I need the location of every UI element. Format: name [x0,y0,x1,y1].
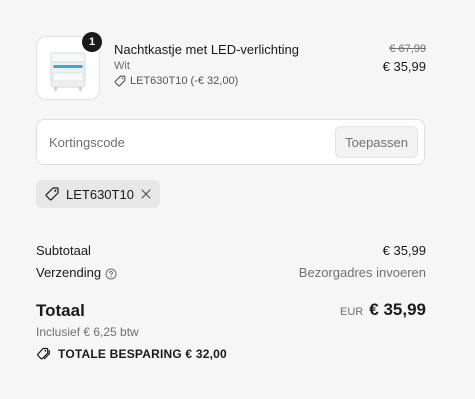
tag-icon [44,186,60,202]
tag-icon [114,75,126,87]
product-discount-text: LET630T10 (-€ 32,00) [130,75,239,87]
subtotal-label: Subtotaal [36,243,91,258]
discount-code-field: Toepassen [36,119,425,165]
shipping-value: Bezorgadres invoeren [298,265,426,280]
total-savings-text: TOTALE BESPARING € 32,00 [58,347,227,361]
total-amount: € 35,99 [369,300,426,319]
product-price: € 35,99 [382,59,426,74]
tags-icon [36,347,52,361]
subtotal-value: € 35,99 [382,243,426,258]
product-name: Nachtkastje met LED-verlichting [114,42,299,57]
product-discount-line: LET630T10 (-€ 32,00) [114,75,238,87]
total-savings: TOTALE BESPARING € 32,00 [36,347,227,361]
shipping-label: Verzending [36,265,102,280]
applied-discount-tag: LET630T10 [36,180,160,208]
total-value: EUR € 35,99 [340,300,426,320]
close-icon[interactable] [140,188,152,200]
total-currency: EUR [340,306,364,318]
vat-note: Inclusief € 6,25 btw [36,325,139,339]
applied-discount-code: LET630T10 [66,186,134,202]
apply-discount-button[interactable]: Toepassen [335,126,418,158]
compare-at-price: € 67,99 [389,43,426,55]
discount-code-input[interactable] [49,120,319,164]
shipping-row: Verzending [36,265,117,280]
quantity-badge: 1 [82,32,102,52]
question-circle-icon[interactable] [105,268,117,280]
product-variant: Wit [114,60,130,72]
total-label: Totaal [36,301,85,320]
